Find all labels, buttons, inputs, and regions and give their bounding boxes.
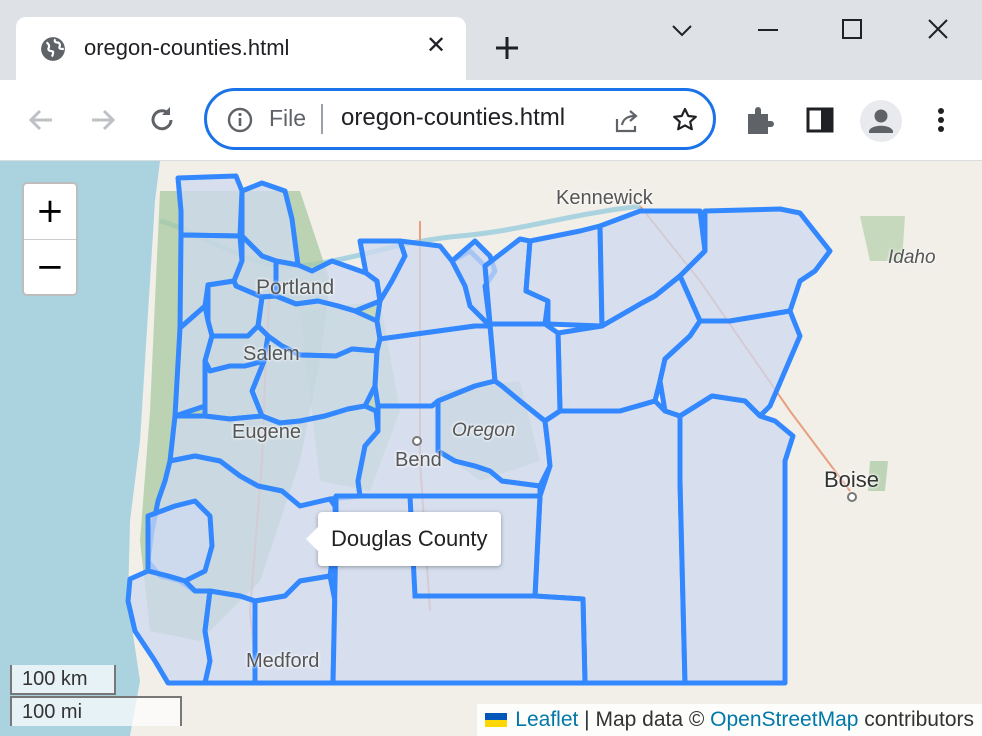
- attribution-separator: | Map data ©: [578, 708, 711, 731]
- place-oregon: Oregon: [452, 420, 516, 441]
- place-portland: Portland: [256, 276, 335, 299]
- file-label: File: [269, 105, 307, 131]
- globe-icon: [41, 37, 65, 61]
- tab-strip: oregon-counties.html ✕: [0, 0, 982, 80]
- minimize-icon[interactable]: [750, 14, 786, 46]
- place-medford: Medford: [246, 650, 320, 672]
- county-malheur[interactable]: [677, 393, 796, 686]
- county-clatsop[interactable]: [175, 173, 245, 239]
- openstreetmap-link[interactable]: OpenStreetMap: [710, 708, 858, 731]
- close-window-icon[interactable]: [920, 14, 956, 46]
- scale-mi: 100 mi: [10, 696, 182, 726]
- tab-oregon-counties[interactable]: oregon-counties.html ✕: [16, 17, 466, 80]
- person-icon: [869, 109, 893, 133]
- attribution-suffix: contributors: [858, 708, 974, 731]
- side-panel-icon[interactable]: [804, 102, 838, 138]
- star-icon[interactable]: [671, 106, 699, 134]
- place-eugene: Eugene: [232, 421, 301, 443]
- address-bar[interactable]: File oregon-counties.html: [204, 88, 716, 150]
- leaflet-link[interactable]: Leaflet: [515, 708, 578, 731]
- map-attribution: Leaflet | Map data © OpenStreetMap contr…: [477, 704, 982, 736]
- back-icon[interactable]: [24, 102, 60, 138]
- close-tab-icon[interactable]: ✕: [424, 34, 448, 58]
- separator: [321, 104, 323, 134]
- zoom-out-button[interactable]: −: [24, 240, 76, 295]
- boise-marker: [847, 492, 857, 502]
- place-boise: Boise: [824, 467, 880, 492]
- map-canvas[interactable]: [0, 161, 982, 736]
- profile-avatar[interactable]: [860, 100, 902, 142]
- extensions-icon[interactable]: [744, 102, 778, 138]
- place-idaho: Idaho: [888, 247, 936, 268]
- map-container[interactable]: Kennewick Idaho Portland Salem Eugene Or…: [0, 161, 982, 736]
- tab-title: oregon-counties.html: [84, 35, 290, 60]
- url-text[interactable]: oregon-counties.html: [341, 104, 565, 132]
- place-kennewick: Kennewick: [556, 187, 653, 209]
- zoom-control: + −: [22, 182, 78, 296]
- info-icon[interactable]: [227, 107, 253, 133]
- place-salem: Salem: [243, 343, 300, 365]
- browser-toolbar: File oregon-counties.html: [0, 80, 982, 161]
- share-icon[interactable]: [613, 107, 641, 135]
- bend-marker: [412, 436, 422, 446]
- reload-icon[interactable]: [144, 102, 180, 138]
- more-menu-icon[interactable]: [924, 102, 958, 138]
- place-bend: Bend: [395, 449, 442, 471]
- maximize-icon[interactable]: [834, 14, 870, 46]
- ukraine-flag-icon: [485, 713, 508, 727]
- zoom-in-button[interactable]: +: [24, 184, 76, 239]
- county-tooltip: Douglas County: [306, 512, 501, 566]
- chevron-down-icon[interactable]: [664, 14, 700, 46]
- scale-km: 100 km: [10, 665, 116, 695]
- forward-icon[interactable]: [84, 102, 120, 138]
- county-wallowa[interactable]: [677, 206, 833, 324]
- county-coos[interactable]: [145, 498, 215, 584]
- new-tab-icon[interactable]: [492, 33, 522, 63]
